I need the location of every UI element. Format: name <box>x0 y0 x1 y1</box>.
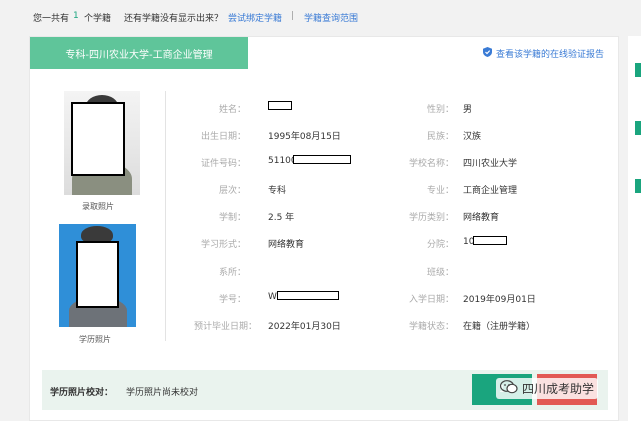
gender-value: 男 <box>463 105 473 115</box>
branch-label: 分院： <box>427 240 455 250</box>
summary-suffix: 个学籍 <box>84 14 112 24</box>
photo-redaction <box>76 241 119 308</box>
student-id-redaction <box>277 291 339 300</box>
right-side-panel <box>628 36 641 421</box>
side-panel-button[interactable] <box>635 63 641 77</box>
education-type-value: 网络教育 <box>463 213 500 223</box>
education-photo-caption: 学历照片 <box>79 335 111 344</box>
record-summary-bar: 您一共有 1 个学籍 还有学籍没有显示出来？ 尝试绑定学籍 | 学籍查询范围 <box>0 0 641 30</box>
education-photo <box>59 224 136 327</box>
level-value: 专科 <box>268 186 287 196</box>
student-id-value: W <box>268 292 277 302</box>
admission-photo <box>64 91 140 195</box>
birth-date-label: 出生日期： <box>201 132 247 142</box>
name-label: 姓名： <box>219 105 247 115</box>
wechat-watermark: 四川成考助学 <box>496 378 599 399</box>
study-mode-value: 网络教育 <box>268 240 305 250</box>
column-divider <box>165 91 166 341</box>
school-name-value: 四川农业大学 <box>463 159 518 169</box>
verify-report-label: 查看该学籍的在线验证报告 <box>495 50 604 60</box>
level-label: 层次： <box>219 186 247 196</box>
major-value: 工商企业管理 <box>463 186 518 196</box>
watermark-text: 四川成考助学 <box>522 382 595 396</box>
school-name-label: 学校名称： <box>409 159 455 169</box>
duration-value: 2.5 年 <box>268 213 295 223</box>
department-label: 系所： <box>219 268 247 278</box>
side-panel-button[interactable] <box>635 179 641 193</box>
photo-check-status: 学历照片尚未校对 <box>126 388 199 398</box>
ethnicity-label: 民族： <box>427 132 455 142</box>
wechat-icon <box>499 380 518 397</box>
link-divider: | <box>291 11 295 21</box>
gender-label: 性别： <box>427 105 455 115</box>
verify-report-link[interactable]: 查看该学籍的在线验证报告 <box>482 47 604 60</box>
enrollment-date-value: 2019年09月01日 <box>463 295 536 305</box>
name-redaction <box>268 101 292 110</box>
summary-prefix: 您一共有 <box>33 14 70 24</box>
enrollment-status-value: 在籍（注册学籍） <box>463 322 536 332</box>
graduation-date-value: 2022年01月30日 <box>268 322 341 332</box>
duration-label: 学制： <box>219 213 247 223</box>
photo-check-label: 学历照片校对： <box>50 388 114 398</box>
shield-icon <box>482 47 492 60</box>
student-record-card: 专科-四川农业大学-工商企业管理 查看该学籍的在线验证报告 录取照片 学历照片 … <box>29 36 619 421</box>
missing-record-question: 还有学籍没有显示出来？ <box>124 14 224 24</box>
major-label: 专业： <box>427 186 455 196</box>
photo-redaction <box>71 102 125 176</box>
bind-record-link[interactable]: 尝试绑定学籍 <box>228 11 282 24</box>
graduation-date-label: 预计毕业日期： <box>194 322 258 332</box>
enrollment-date-label: 入学日期： <box>409 295 455 305</box>
record-tab[interactable]: 专科-四川农业大学-工商企业管理 <box>30 37 248 69</box>
ethnicity-value: 汉族 <box>463 132 482 142</box>
record-count: 1 <box>73 11 79 21</box>
id-number-label: 证件号码： <box>201 159 247 169</box>
record-tab-title: 专科-四川农业大学-工商企业管理 <box>65 49 213 61</box>
study-mode-label: 学习形式： <box>201 240 247 250</box>
student-id-label: 学号： <box>219 295 247 305</box>
education-type-label: 学历类别： <box>409 213 455 223</box>
birth-date-value: 1995年08月15日 <box>268 132 341 142</box>
class-label: 班级： <box>427 268 455 278</box>
admission-photo-caption: 录取照片 <box>82 202 114 211</box>
side-panel-button[interactable] <box>635 121 641 135</box>
query-scope-link[interactable]: 学籍查询范围 <box>304 11 358 24</box>
enrollment-status-label: 学籍状态： <box>409 322 455 332</box>
id-number-redaction <box>293 155 351 164</box>
branch-redaction <box>473 236 507 245</box>
